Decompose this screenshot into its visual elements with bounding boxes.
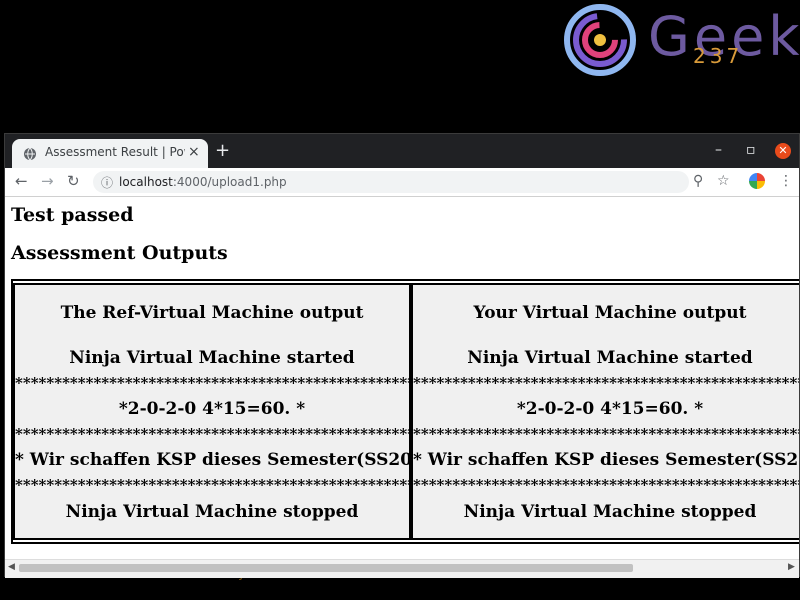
tab-assessment-result[interactable]: Assessment Result | Powe ×	[12, 139, 208, 168]
ref-output-header: The Ref-Virtual Machine output	[60, 303, 364, 323]
url-path: :4000/upload1.php	[172, 175, 287, 189]
ref-slogan-line: * Wir schaffen KSP dieses Semester(SS20)…	[15, 450, 411, 470]
url-text: localhost:4000/upload1.php	[119, 175, 287, 189]
horizontal-scrollbar[interactable]: ◀ ▶	[5, 559, 799, 578]
your-started-line: Ninja Virtual Machine started	[467, 348, 753, 368]
new-tab-button[interactable]: +	[215, 140, 230, 161]
your-output-header: Your Virtual Machine output	[473, 303, 747, 323]
ref-stars-line: ****************************************…	[15, 374, 409, 392]
your-stars-line: ****************************************…	[413, 374, 799, 392]
logo-swirl-icon	[564, 4, 636, 76]
ref-started-line: Ninja Virtual Machine started	[69, 348, 355, 368]
reload-button[interactable]: ↻	[67, 172, 80, 190]
geek237-logo: Geek 237	[560, 0, 800, 80]
your-stars-line: ****************************************…	[413, 425, 799, 443]
tab-title: Assessment Result | Powe	[45, 145, 185, 159]
browser-window: Assessment Result | Powe × + – ▫ ✕ ← → ↻…	[4, 133, 800, 578]
page-heading: Assessment Outputs	[11, 242, 228, 264]
menu-icon[interactable]: ⋮	[779, 173, 793, 189]
ref-output-cell: The Ref-Virtual Machine output Ninja Vir…	[13, 283, 411, 540]
your-output-cell: Your Virtual Machine output Ninja Virtua…	[411, 283, 799, 540]
zoom-icon[interactable]: ⚲	[693, 173, 703, 189]
extension-icon[interactable]	[749, 173, 765, 189]
address-bar[interactable]: ⓘ localhost:4000/upload1.php	[93, 171, 689, 193]
bookmark-star-icon[interactable]: ☆	[717, 173, 730, 189]
your-calc-line: *2-0-2-0 4*15=60. *	[516, 399, 704, 419]
your-slogan-line: * Wir schaffen KSP dieses Semester(SS20)…	[413, 450, 799, 470]
scroll-right-icon[interactable]: ▶	[788, 562, 795, 572]
forward-button[interactable]: →	[41, 172, 54, 190]
page-content: Test passed Assessment Outputs The Ref-V…	[5, 197, 799, 559]
tab-close-icon[interactable]: ×	[188, 144, 200, 160]
scrollbar-thumb[interactable]	[19, 564, 633, 572]
maximize-button[interactable]: ▫	[746, 142, 756, 158]
your-stars-line: ****************************************…	[413, 476, 799, 494]
close-window-button[interactable]: ✕	[775, 143, 791, 159]
ref-stopped-line: Ninja Virtual Machine stopped	[65, 502, 359, 522]
ref-calc-line: *2-0-2-0 4*15=60. *	[118, 399, 306, 419]
scroll-left-icon[interactable]: ◀	[8, 562, 15, 572]
navigation-toolbar: ← → ↻ ⓘ localhost:4000/upload1.php ⚲ ☆ ⋮	[5, 168, 799, 197]
url-host: localhost	[119, 175, 173, 189]
ref-stars-line: ****************************************…	[15, 425, 409, 443]
test-status: Test passed	[11, 204, 134, 226]
your-stopped-line: Ninja Virtual Machine stopped	[463, 502, 757, 522]
title-bar: Assessment Result | Powe × + – ▫ ✕	[5, 134, 799, 168]
back-button[interactable]: ←	[15, 172, 28, 190]
site-info-icon[interactable]: ⓘ	[101, 174, 113, 191]
globe-icon	[24, 147, 36, 161]
logo-number: 237	[693, 44, 744, 68]
ref-stars-line: ****************************************…	[15, 476, 409, 494]
minimize-button[interactable]: –	[715, 142, 722, 158]
outputs-table: The Ref-Virtual Machine output Ninja Vir…	[11, 279, 799, 544]
